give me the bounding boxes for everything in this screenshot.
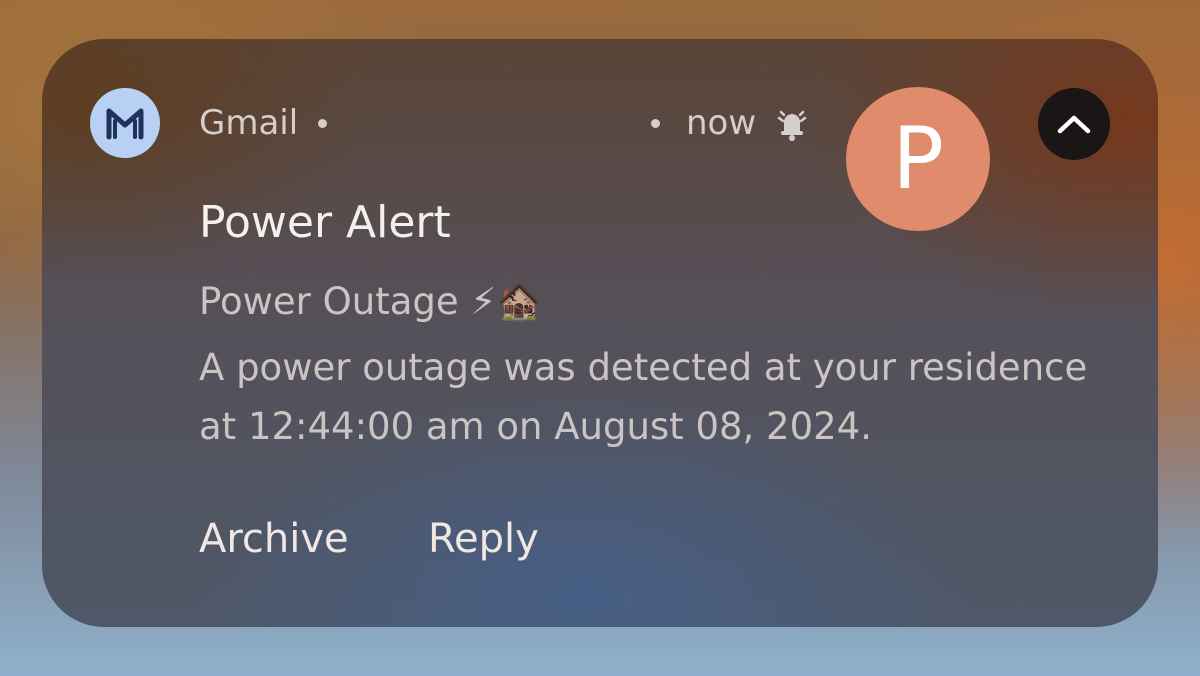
bell-alarm-icon <box>775 106 809 142</box>
separator-dot <box>318 119 327 128</box>
separator-dot <box>651 119 660 128</box>
chevron-up-icon <box>1057 115 1091 134</box>
app-name: Gmail <box>199 103 299 143</box>
timestamp: now <box>686 103 757 143</box>
notification-title: Power Alert <box>199 197 451 248</box>
notification-subject: Power Outage ⚡🏚️ <box>199 280 543 323</box>
sender-avatar: P <box>846 87 990 231</box>
archive-button[interactable]: Archive <box>199 515 349 563</box>
collapse-button[interactable] <box>1038 88 1110 160</box>
notification-body: A power outage was detected at your resi… <box>199 346 1088 448</box>
gmail-icon <box>90 88 160 158</box>
reply-button[interactable]: Reply <box>428 515 539 563</box>
notification-card[interactable]: Gmail now P Power Alert Power Outage ⚡🏚️… <box>42 39 1158 627</box>
